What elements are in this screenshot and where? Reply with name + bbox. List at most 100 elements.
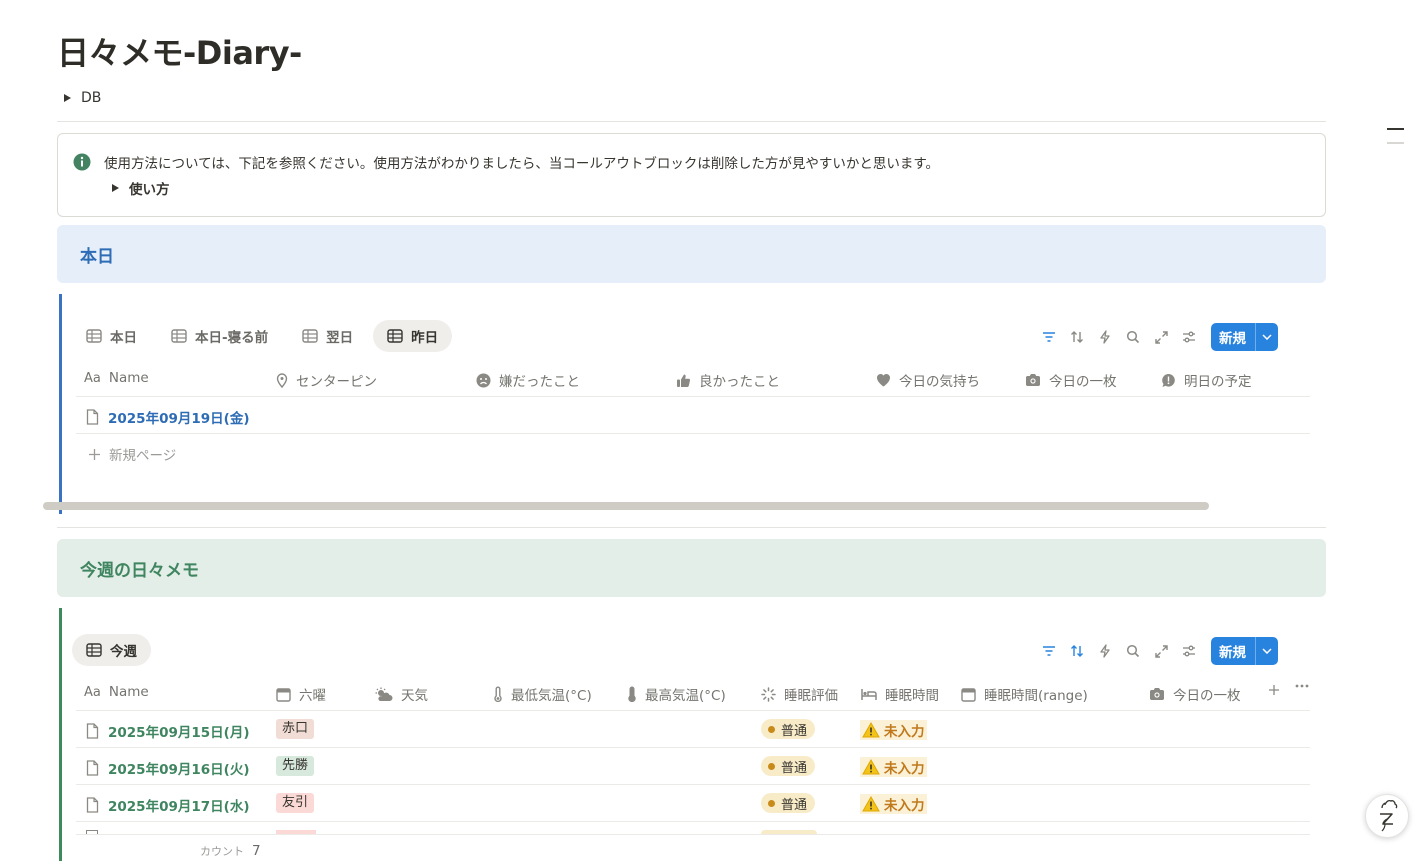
column-header-liked[interactable]: 良かったこと xyxy=(676,370,780,390)
db-toggle[interactable]: DB xyxy=(64,90,101,106)
new-button-label[interactable]: 新規 xyxy=(1211,323,1256,351)
column-header-feeling[interactable]: 今日の気持ち xyxy=(876,370,980,390)
column-header-label: 最低気温(°C) xyxy=(511,688,592,704)
column-header-name[interactable]: Aa Name xyxy=(84,684,149,700)
column-header-name[interactable]: Aa Name xyxy=(84,370,149,386)
rokuyo-tag[interactable]: 友引 xyxy=(276,793,315,813)
column-header-weather[interactable]: 天気 xyxy=(374,684,428,704)
sleep-rating-label: 普通 xyxy=(781,723,808,739)
week-view-tabs: 今週 xyxy=(72,634,151,666)
warning-icon xyxy=(862,759,880,775)
divider xyxy=(57,121,1326,122)
page-outline[interactable] xyxy=(1387,128,1404,156)
page-icon xyxy=(86,723,99,739)
sleep-time-cell[interactable]: 未入力 xyxy=(860,720,927,740)
automation-bolt-icon[interactable] xyxy=(1091,323,1119,351)
week-heading-text: 今週の日々メモ xyxy=(80,561,199,581)
view-tab-label: 本日 xyxy=(110,330,137,346)
sleep-rating-pill[interactable]: 普通 xyxy=(761,756,816,776)
view-tab-today[interactable]: 本日 xyxy=(72,320,151,352)
table-row[interactable]: 2025年09月15日(月) xyxy=(86,721,250,741)
expand-icon[interactable] xyxy=(1147,637,1175,665)
row-divider xyxy=(76,747,1310,748)
column-header-label: 今日の一枚 xyxy=(1049,374,1117,390)
page-title-link[interactable]: 2025年09月19日(金) xyxy=(108,407,250,427)
camera-icon xyxy=(1025,373,1041,387)
count-value: 7 xyxy=(252,843,261,859)
column-header-min-temp[interactable]: 最低気温(°C) xyxy=(493,684,592,704)
view-tab-label: 今週 xyxy=(110,644,137,660)
horizontal-scrollbar[interactable] xyxy=(43,502,1209,510)
table-row[interactable]: 2025年09月17日(水) xyxy=(86,795,250,815)
page-title-link[interactable]: 2025年09月15日(月) xyxy=(108,721,250,741)
view-tab-this-week[interactable]: 今週 xyxy=(72,634,151,666)
table-row[interactable]: 2025年09月16日(火) xyxy=(86,758,250,778)
status-dot xyxy=(768,799,775,807)
search-icon[interactable] xyxy=(1119,637,1147,665)
settings-sliders-icon[interactable] xyxy=(1175,323,1203,351)
column-header-sleep-range[interactable]: 睡眠時間(range) xyxy=(961,684,1088,704)
settings-sliders-icon[interactable] xyxy=(1175,637,1203,665)
new-button-label[interactable]: 新規 xyxy=(1211,637,1256,665)
plus-icon xyxy=(88,448,101,461)
sort-icon[interactable] xyxy=(1063,637,1091,665)
week-heading: 今週の日々メモ xyxy=(57,539,1326,597)
help-assistant-icon[interactable] xyxy=(1365,794,1409,838)
new-record-button[interactable]: 新規 xyxy=(1211,323,1278,351)
rokuyo-tag[interactable]: 先勝 xyxy=(276,756,315,776)
filter-icon[interactable] xyxy=(1035,323,1063,351)
add-property-button[interactable] xyxy=(1268,684,1280,696)
column-header-sleep-time[interactable]: 睡眠時間 xyxy=(861,684,939,704)
usage-toggle[interactable]: 使い方 xyxy=(112,178,170,198)
new-page-label: 新規ページ xyxy=(109,448,177,464)
column-header-sleep-rating[interactable]: 睡眠評価 xyxy=(761,684,838,704)
sleep-rating-pill[interactable]: 普通 xyxy=(761,719,816,739)
column-header-photo[interactable]: 今日の一枚 xyxy=(1025,370,1117,390)
calendar-icon xyxy=(276,687,291,702)
column-header-max-temp[interactable]: 最高気温(°C) xyxy=(627,684,726,704)
column-header-label: Name xyxy=(108,684,149,700)
sort-icon[interactable] xyxy=(1063,323,1091,351)
new-page-button[interactable]: 新規ページ xyxy=(88,444,176,464)
more-options-button[interactable] xyxy=(1295,684,1309,688)
page-title-link[interactable]: 2025年09月16日(火) xyxy=(108,758,250,778)
column-header-photo[interactable]: 今日の一枚 xyxy=(1149,684,1241,704)
sleep-time-cell[interactable]: 未入力 xyxy=(860,794,927,814)
table-footer xyxy=(76,834,1310,861)
thumbs-up-icon xyxy=(676,373,691,388)
new-record-button[interactable]: 新規 xyxy=(1211,637,1278,665)
view-tab-yesterday[interactable]: 昨日 xyxy=(373,320,453,352)
count-summary[interactable]: カウント 7 xyxy=(200,843,261,859)
column-header-disliked[interactable]: 嫌だったこと xyxy=(476,370,580,390)
chevron-down-icon[interactable] xyxy=(1256,637,1278,665)
column-header-centerpin[interactable]: センターピン xyxy=(276,370,377,390)
view-tab-label: 本日-寝る前 xyxy=(195,330,269,346)
outline-mark[interactable] xyxy=(1387,142,1404,144)
expand-icon[interactable] xyxy=(1147,323,1175,351)
outline-mark-active[interactable] xyxy=(1387,128,1404,130)
today-view-tabs: 本日 本日-寝る前 翌日 昨日 xyxy=(72,320,453,352)
toggle-triangle-icon[interactable] xyxy=(64,94,71,102)
warning-icon xyxy=(862,796,880,812)
column-header-label: 睡眠時間 xyxy=(885,688,939,704)
column-header-rokuyo[interactable]: 六曜 xyxy=(276,684,326,704)
rokuyo-tag[interactable]: 赤口 xyxy=(276,719,315,739)
page-title-link[interactable]: 2025年09月17日(水) xyxy=(108,795,250,815)
week-toolbar: 新規 xyxy=(1035,637,1278,665)
page-title: 日々メモ-Diary- xyxy=(57,34,302,72)
chevron-down-icon[interactable] xyxy=(1256,323,1278,351)
view-tab-before-bed[interactable]: 本日-寝る前 xyxy=(157,320,282,352)
more-horizontal-icon[interactable] xyxy=(1295,684,1309,688)
search-icon[interactable] xyxy=(1119,323,1147,351)
sleep-time-cell[interactable]: 未入力 xyxy=(860,757,927,777)
table-icon xyxy=(86,643,102,657)
sleep-rating-pill[interactable]: 普通 xyxy=(761,793,816,813)
table-row[interactable]: 2025年09月19日(金) xyxy=(86,407,250,427)
column-header-tomorrow-plan[interactable]: 明日の予定 xyxy=(1161,370,1252,390)
toggle-triangle-icon[interactable] xyxy=(112,184,119,192)
filter-icon[interactable] xyxy=(1035,637,1063,665)
automation-bolt-icon[interactable] xyxy=(1091,637,1119,665)
column-header-label: Name xyxy=(108,370,149,386)
view-tab-tomorrow[interactable]: 翌日 xyxy=(288,320,367,352)
plus-icon[interactable] xyxy=(1268,684,1280,696)
